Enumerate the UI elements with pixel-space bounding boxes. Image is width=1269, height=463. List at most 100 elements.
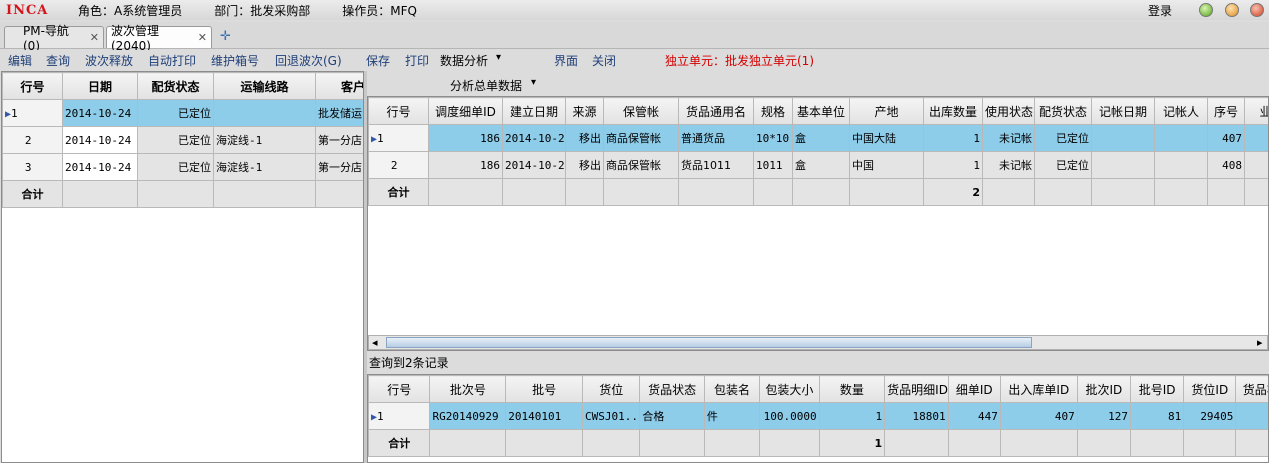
table-row[interactable]: 3 2014-10-24 已定位 海淀线-1 第一分店 — [2, 153, 363, 181]
grid-cell[interactable]: 10*10 — [753, 124, 793, 152]
menu-maintain-box[interactable]: 维护箱号 — [211, 52, 259, 69]
grid-cell[interactable]: 18801 — [884, 402, 949, 430]
table-row[interactable]: ▶1 RG20140929 20140101 CWSJ01... 合格 件 10… — [368, 402, 1268, 430]
column-header[interactable]: 来源 — [565, 97, 604, 125]
scroll-left-icon[interactable]: ◂ — [372, 336, 378, 349]
column-header[interactable]: 配货状态 — [1034, 97, 1092, 125]
column-header[interactable]: 客户名 — [315, 72, 363, 100]
column-header[interactable]: 货品明细ID — [884, 375, 949, 403]
column-header[interactable]: 批次ID — [1076, 375, 1131, 403]
row-number-cell[interactable]: 3 — [2, 153, 63, 181]
grid-cell[interactable]: CWSJ01... — [582, 402, 641, 430]
grid-cell[interactable]: 移出 — [565, 124, 604, 152]
column-header[interactable]: 细单ID — [947, 375, 1001, 403]
login-link[interactable]: 登录 — [1148, 2, 1172, 19]
grid-cell[interactable]: 中国大陆 — [849, 124, 924, 152]
menu-interface[interactable]: 界面 — [554, 52, 578, 69]
scrollbar-thumb[interactable] — [386, 337, 1032, 348]
column-header[interactable]: 记帐日期 — [1091, 97, 1155, 125]
menu-data-analysis[interactable]: 数据分析 — [440, 52, 488, 69]
column-header[interactable]: 产地 — [849, 97, 924, 125]
grid-cell[interactable]: 407 — [999, 402, 1078, 430]
route-cell[interactable]: 海淀线-1 — [213, 153, 316, 181]
grid-cell[interactable]: 29405 — [1183, 402, 1237, 430]
column-header[interactable]: 基本单位 — [792, 97, 850, 125]
menu-save[interactable]: 保存 — [366, 52, 390, 69]
column-header[interactable]: 保管帐 — [603, 97, 679, 125]
grid-cell[interactable]: 移出 — [565, 151, 604, 179]
column-header[interactable]: 行号 — [368, 375, 431, 403]
status-cell[interactable]: 已定位 — [137, 126, 214, 154]
customer-cell[interactable]: 批发储运 — [315, 99, 363, 127]
grid-cell[interactable]: 447 — [947, 402, 1001, 430]
status-cell[interactable]: 已定位 — [137, 99, 214, 127]
grid-cell[interactable]: 20140101 — [505, 402, 584, 430]
grid-cell[interactable] — [1154, 124, 1208, 152]
grid-cell[interactable]: 未记帐 — [982, 151, 1035, 179]
row-number-cell[interactable]: 2 — [368, 151, 429, 179]
column-header[interactable]: 规格 — [753, 97, 793, 125]
column-header[interactable]: 批次号 — [429, 375, 507, 403]
status-cell[interactable]: 已定位 — [137, 153, 214, 181]
customer-cell[interactable]: 第一分店 — [315, 153, 363, 181]
grid-cell[interactable]: 1 — [818, 402, 886, 430]
route-cell[interactable] — [213, 99, 316, 127]
column-header[interactable]: 使用状态 — [982, 97, 1035, 125]
column-header[interactable]: 货位 — [582, 375, 641, 403]
column-header[interactable]: 货品通用名 — [678, 97, 754, 125]
horizontal-scrollbar[interactable]: ◂ ▸ — [368, 335, 1268, 350]
minimize-button[interactable] — [1199, 3, 1213, 17]
grid-cell[interactable]: 普通货品 — [678, 124, 754, 152]
column-header[interactable]: 运输线路 — [213, 72, 316, 100]
grid-cell[interactable]: RG20140929 — [429, 402, 507, 430]
column-header[interactable]: 调度细单ID — [428, 97, 503, 125]
grid-cell[interactable] — [1154, 151, 1208, 179]
table-row[interactable]: ▶1 2014-10-24 已定位 批发储运 — [2, 99, 363, 127]
grid-cell[interactable]: 商品保管帐 — [603, 151, 679, 179]
close-tab-icon[interactable]: ✕ — [90, 31, 99, 44]
maximize-button[interactable] — [1225, 3, 1239, 17]
grid-cell[interactable] — [1091, 151, 1155, 179]
column-header[interactable]: 配货状态 — [137, 72, 214, 100]
grid-cell[interactable] — [1235, 402, 1268, 430]
row-number-cell[interactable]: ▶1 — [368, 124, 429, 152]
row-number-cell[interactable]: ▶1 — [368, 402, 431, 430]
menu-close[interactable]: 关闭 — [592, 52, 616, 69]
grid-cell[interactable]: 1 — [923, 151, 983, 179]
menu-rollback-wave[interactable]: 回退波次(G) — [275, 52, 342, 69]
grid-cell[interactable]: 盒 — [792, 151, 850, 179]
grid-cell[interactable]: 186 — [428, 151, 503, 179]
grid-cell[interactable]: 408 — [1207, 151, 1245, 179]
customer-cell[interactable]: 第一分店 — [315, 126, 363, 154]
grid-cell[interactable] — [1244, 151, 1268, 179]
grid-cell[interactable]: 中国 — [849, 151, 924, 179]
date-cell[interactable]: 2014-10-24 — [62, 99, 138, 127]
table-row[interactable]: 2 2014-10-24 已定位 海淀线-1 第一分店 — [2, 126, 363, 154]
add-tab-icon[interactable]: ✛ — [220, 29, 231, 44]
column-header[interactable]: 序号 — [1207, 97, 1245, 125]
menu-print[interactable]: 打印 — [405, 52, 429, 69]
route-cell[interactable]: 海淀线-1 — [213, 126, 316, 154]
grid-cell[interactable]: 未记帐 — [982, 124, 1035, 152]
close-tab-icon[interactable]: ✕ — [198, 31, 207, 44]
menu-edit[interactable]: 编辑 — [8, 52, 32, 69]
menu-wave-release[interactable]: 波次释放 — [85, 52, 133, 69]
grid-cell[interactable]: 81 — [1129, 402, 1185, 430]
grid-cell[interactable]: 1 — [923, 124, 983, 152]
grid-cell[interactable] — [1091, 124, 1155, 152]
column-header[interactable]: 批号ID — [1129, 375, 1185, 403]
grid-cell[interactable]: 1011 — [753, 151, 793, 179]
column-header[interactable]: 包装名 — [703, 375, 761, 403]
grid-cell[interactable]: 货品1011 — [678, 151, 754, 179]
date-cell[interactable]: 2014-10-24 — [62, 126, 138, 154]
close-window-button[interactable] — [1250, 3, 1264, 17]
scroll-right-icon[interactable]: ▸ — [1257, 336, 1263, 349]
column-header[interactable]: 业务 — [1244, 97, 1268, 125]
column-header[interactable]: 行号 — [368, 97, 429, 125]
column-header[interactable]: 建立日期 — [502, 97, 566, 125]
column-header[interactable]: 出入库单ID — [999, 375, 1078, 403]
grid-cell[interactable]: 商品保管帐 — [603, 124, 679, 152]
grid-cell[interactable]: 100.0000 — [759, 402, 820, 430]
column-header[interactable]: 日期 — [62, 72, 138, 100]
row-number-cell[interactable]: 2 — [2, 126, 63, 154]
